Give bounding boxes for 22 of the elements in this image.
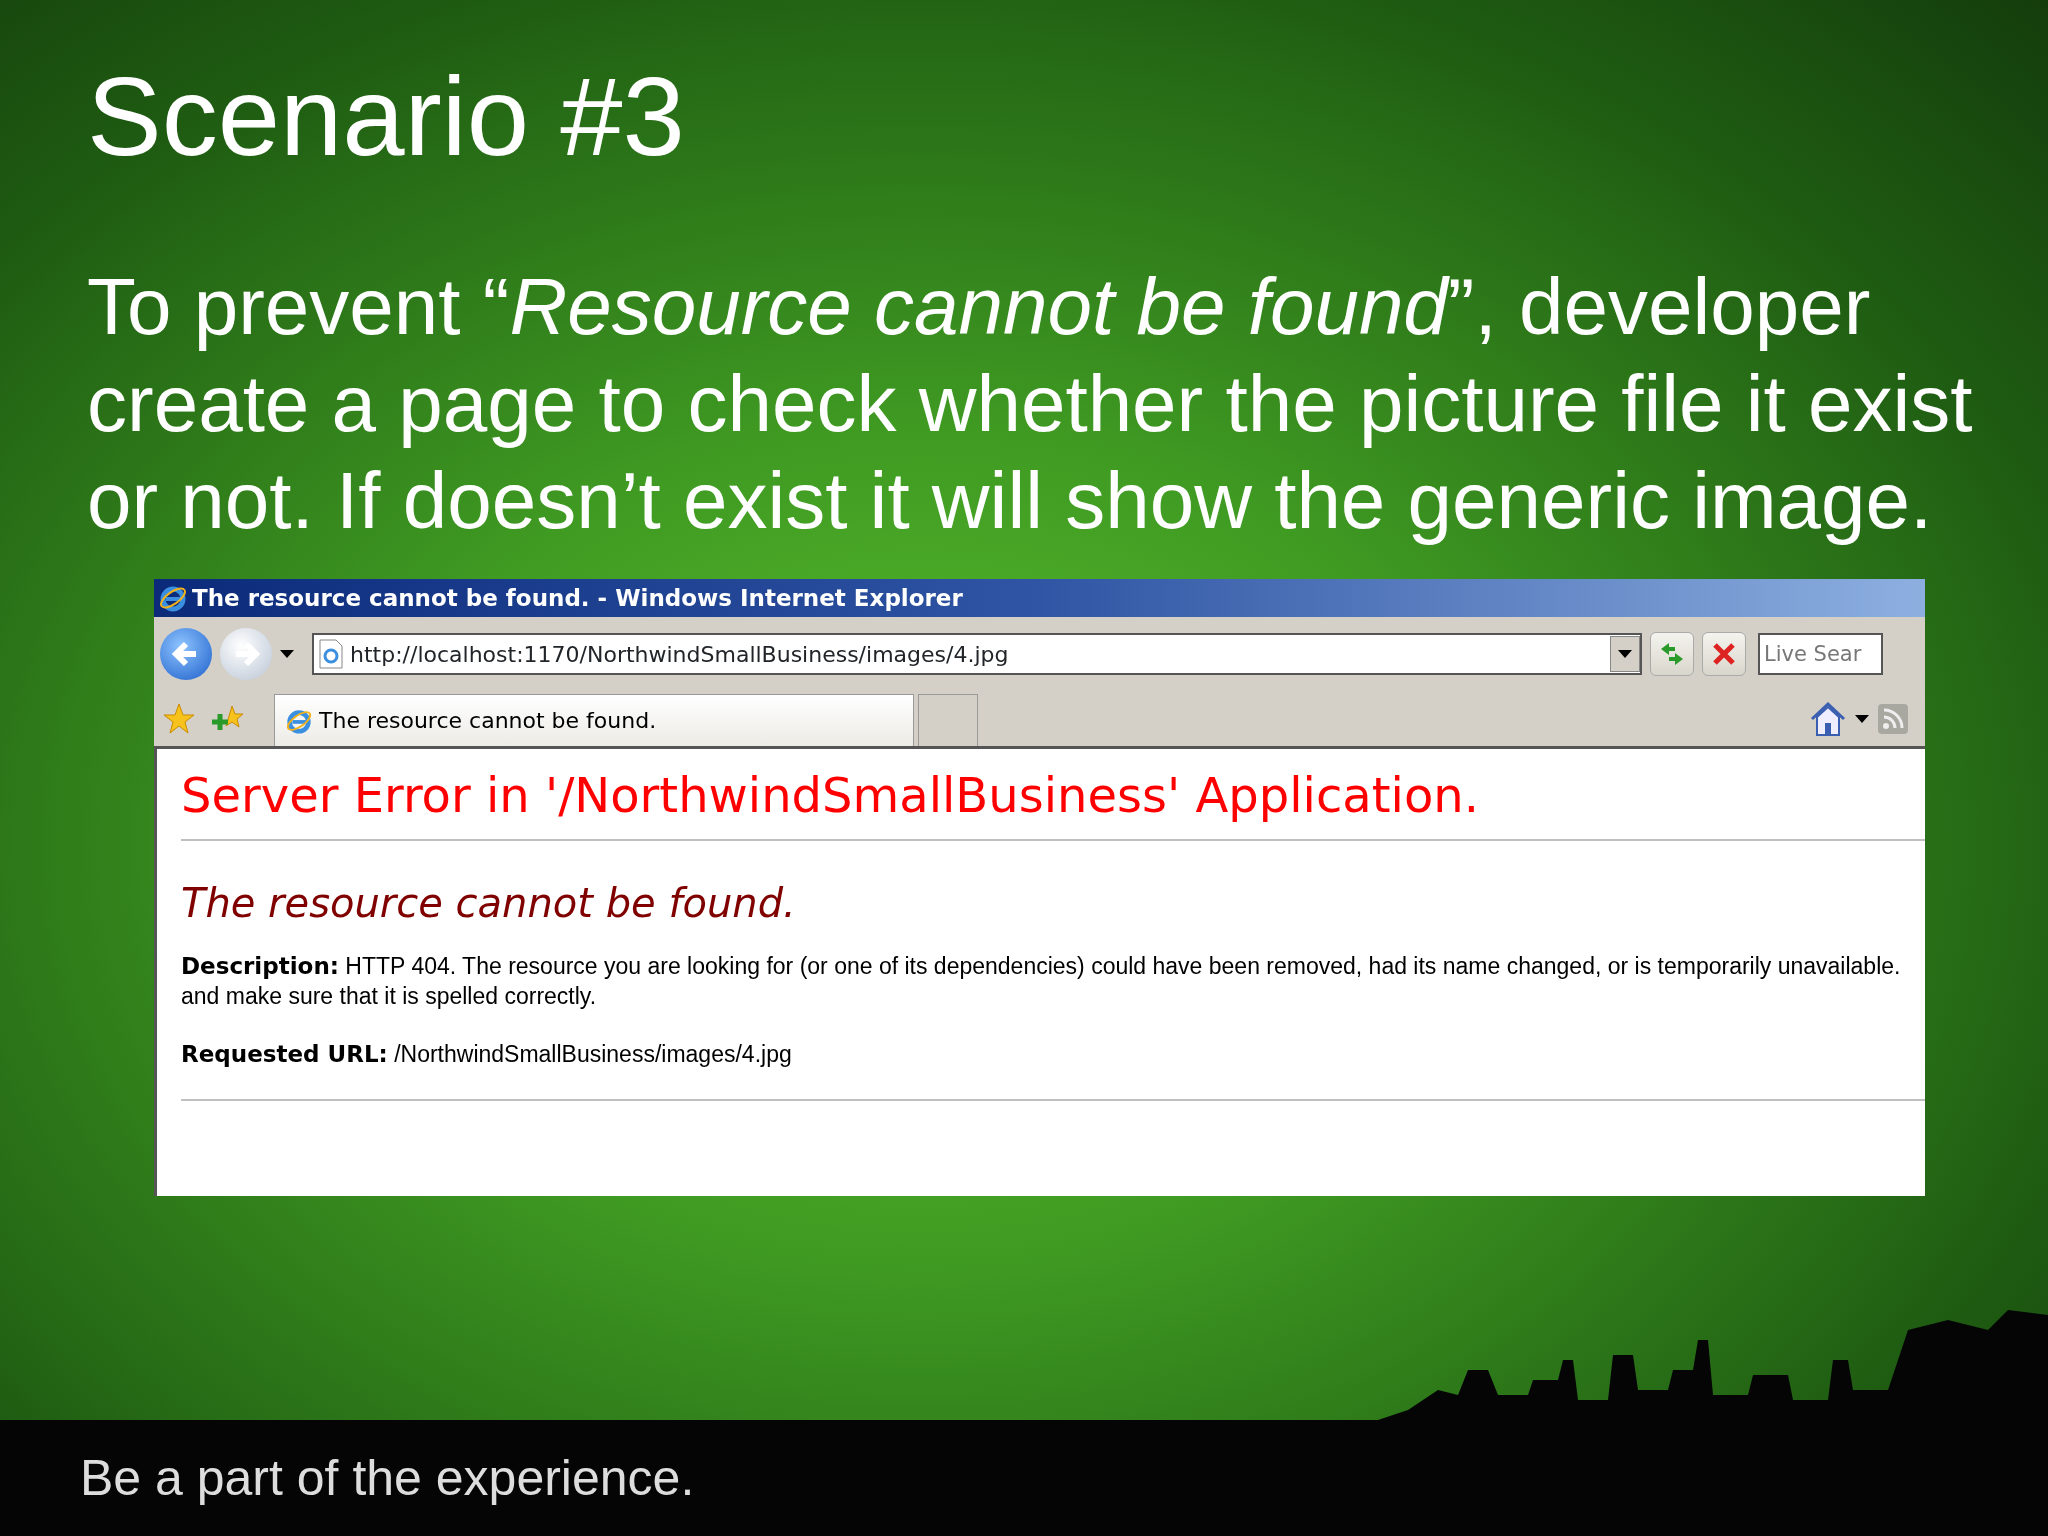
- browser-tab[interactable]: The resource cannot be found.: [274, 694, 914, 747]
- search-field[interactable]: Live Sear: [1758, 633, 1883, 676]
- slide-paragraph: To prevent “Resource cannot be found”, developer create a page to check whether the picture file it exist or not. If doesn’t exist it will show the generic image.: [87, 261, 1974, 548]
- detail-paragraph: Description: HTTP 404. The resource you are looking for (or one of its dependencies) could have been removed, had its name changed, or is temporarily unavailable. and make sure that it is spelled correctly.: [181, 951, 1902, 1011]
- star-icon[interactable]: [162, 701, 196, 736]
- detail-paragraph: Requested URL: /NorthwindSmallBusiness/images/4.jpg: [181, 1039, 793, 1069]
- caret-icon: [1618, 650, 1632, 659]
- caret-icon[interactable]: [280, 650, 294, 659]
- refresh-button[interactable]: [1650, 632, 1694, 677]
- address-text: http://localhost:1170/NorthwindSmallBusiness/images/4.jpg: [350, 640, 1009, 669]
- back-button[interactable]: [160, 628, 212, 681]
- address-field[interactable]: http://localhost:1170/NorthwindSmallBusiness/images/4.jpg: [312, 633, 1642, 676]
- error-heading: Server Error in '/NorthwindSmallBusiness' Application.: [181, 767, 1925, 841]
- stop-button[interactable]: [1702, 632, 1746, 677]
- caret-icon[interactable]: [1855, 714, 1869, 723]
- slide-footer: Be a part of the experience.: [80, 1440, 695, 1516]
- window-title: The resource cannot be found. - Windows Internet Explorer: [192, 583, 963, 613]
- slide-title: Scenario #3: [87, 55, 686, 179]
- home-icon[interactable]: [1809, 700, 1847, 737]
- page-icon: [318, 639, 344, 670]
- dropdown-button[interactable]: [1610, 636, 1640, 673]
- error-subheading: The resource cannot be found.: [181, 878, 797, 927]
